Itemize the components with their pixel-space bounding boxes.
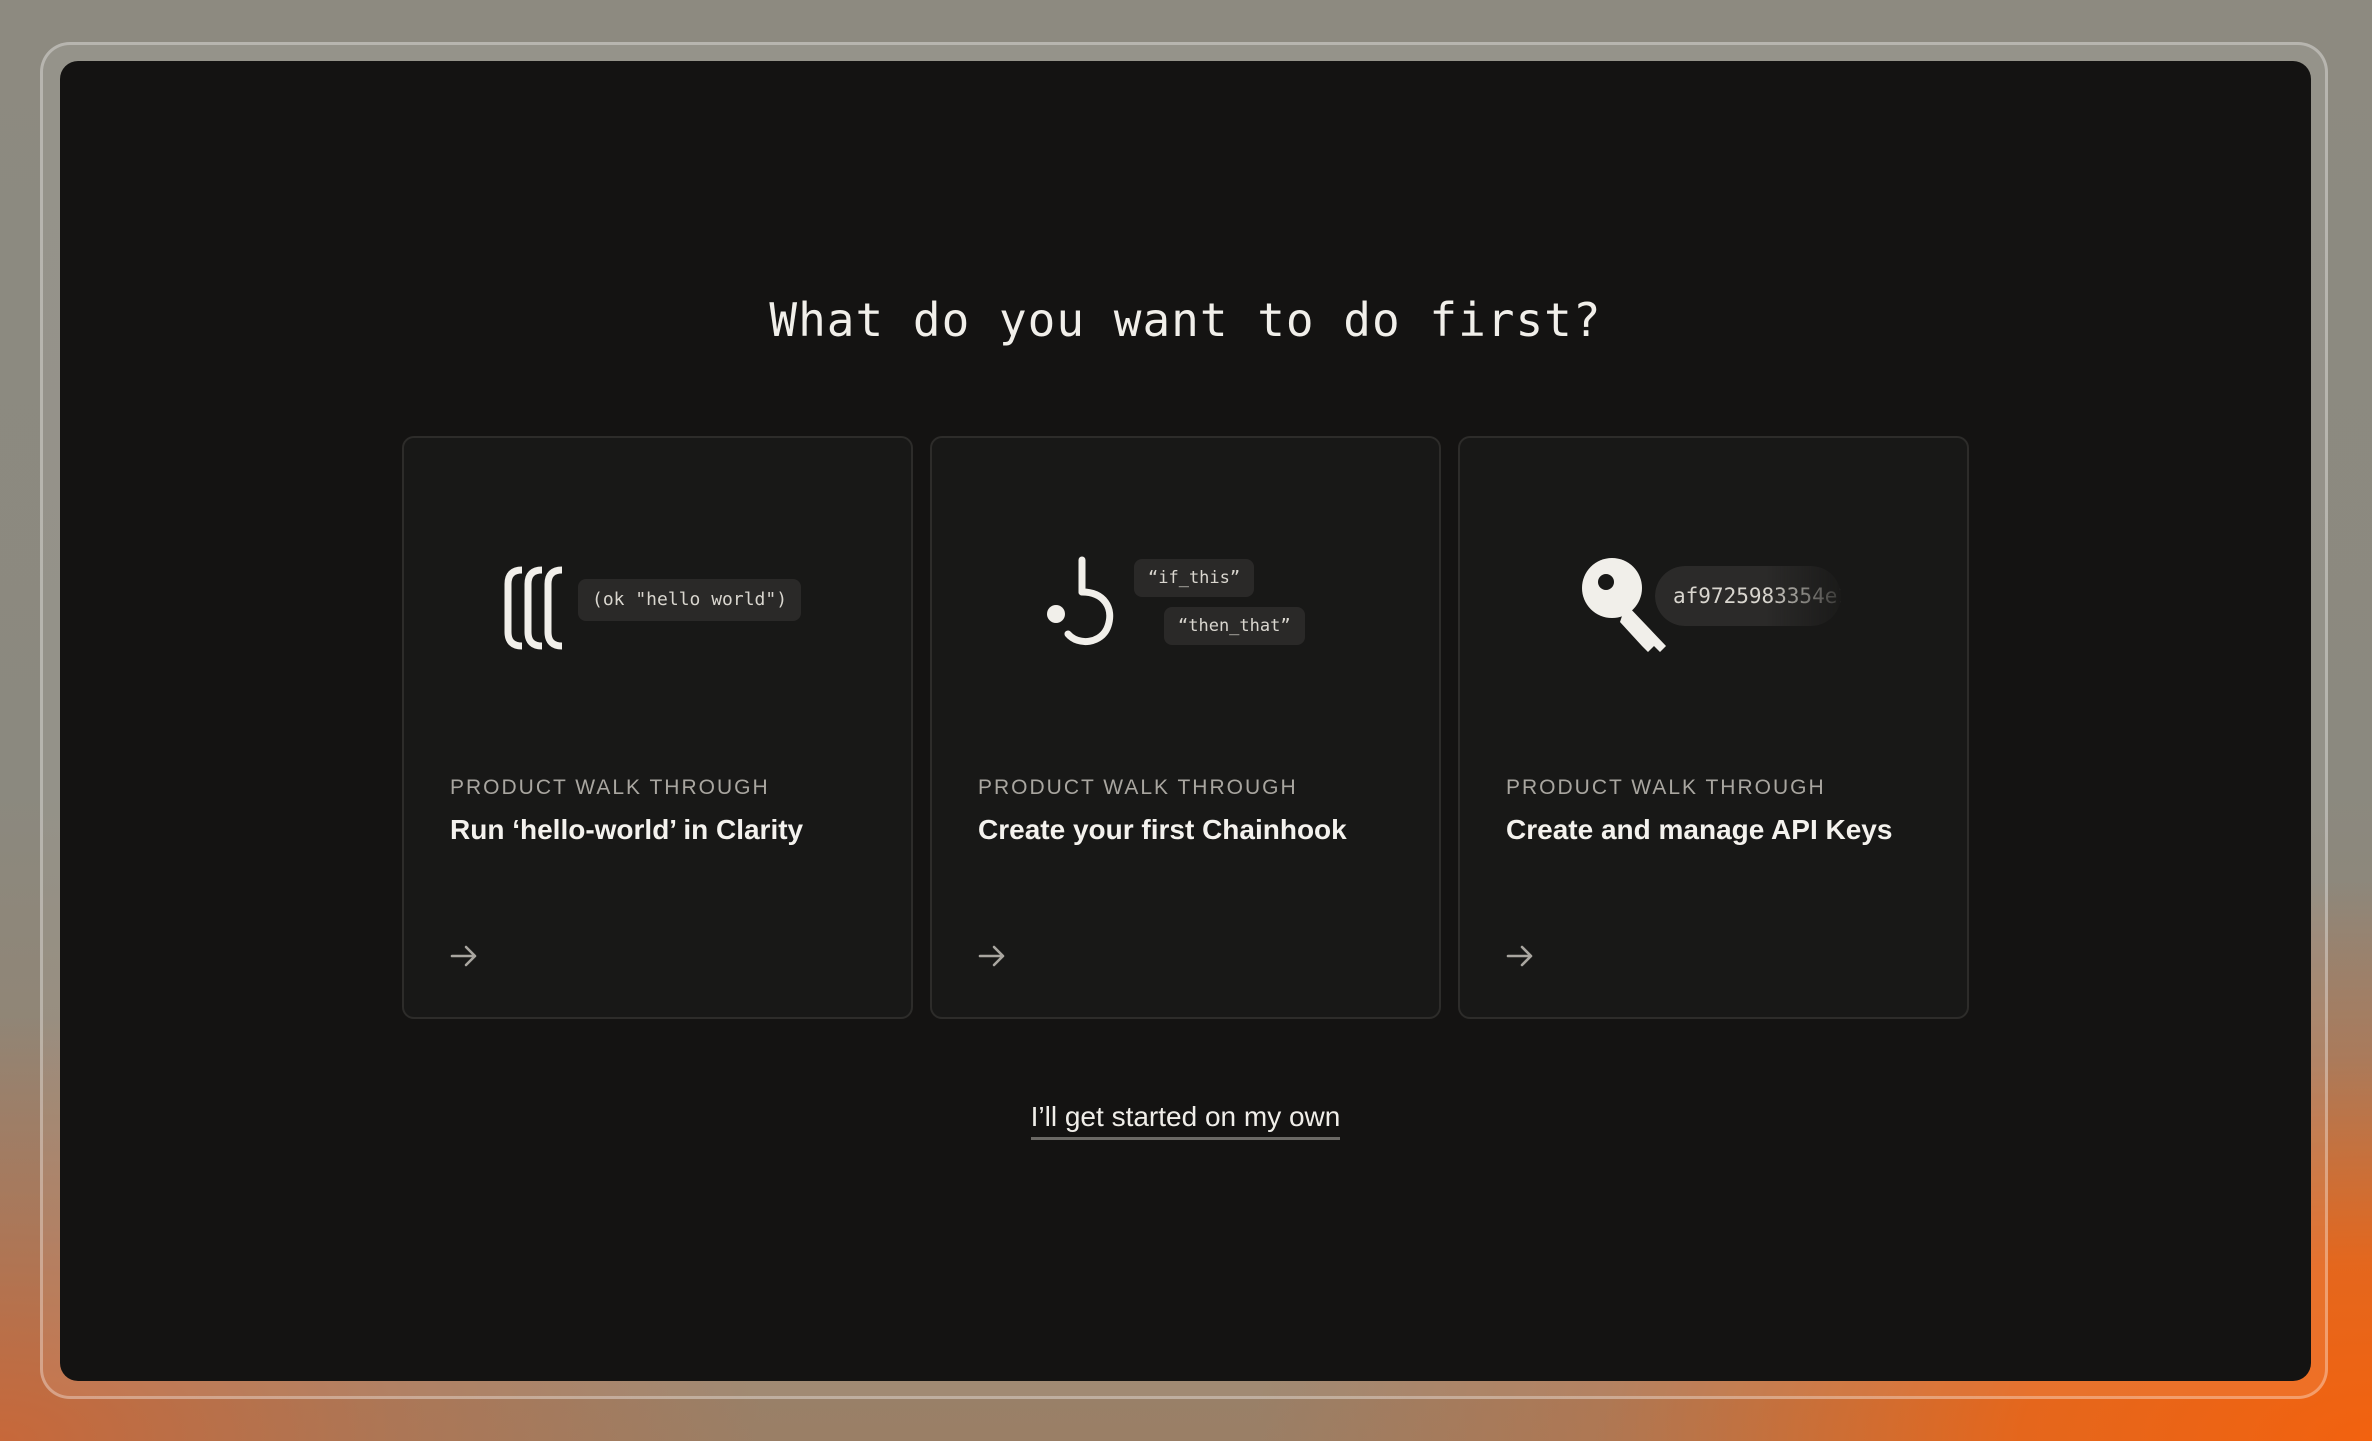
app-screen: What do you want to do first? (ok "hello… (60, 61, 2311, 1381)
card-title: Create your first Chainhook (978, 814, 1347, 845)
card-eyebrow: PRODUCT WALK THROUGH (978, 776, 1298, 799)
arrow-right-icon (450, 945, 477, 967)
walkthrough-cards: (ok "hello world") PRODUCT WALK THROUGH … (402, 436, 1970, 1019)
card-eyebrow: PRODUCT WALK THROUGH (1506, 776, 1826, 799)
api-key-snippet: af9725983354e1 (1655, 566, 1841, 626)
card-eyebrow: PRODUCT WALK THROUGH (450, 776, 770, 799)
card-clarity-hello-world[interactable]: (ok "hello world") PRODUCT WALK THROUGH … (402, 436, 913, 1019)
card-illustration: af9725983354e1 (1460, 438, 1967, 738)
code-snippet-if: “if_this” (1134, 559, 1255, 597)
card-illustration: “if_this” “then_that” (932, 438, 1439, 738)
get-started-own-link[interactable]: I’ll get started on my own (1030, 1101, 1341, 1140)
hook-icon (1047, 556, 1114, 645)
card-illustration: (ok "hello world") (404, 438, 911, 738)
card-api-keys[interactable]: af9725983354e1 PRODUCT WALK THROUGH Crea… (1458, 436, 1969, 1019)
card-title: Run ‘hello-world’ in Clarity (450, 814, 804, 845)
arrow-right-icon (1506, 945, 1533, 967)
card-title: Create and manage API Keys (1506, 814, 1893, 845)
skip-onboarding: I’ll get started on my own (60, 1101, 2311, 1140)
arrow-right-icon (978, 945, 1005, 967)
card-first-chainhook[interactable]: “if_this” “then_that” PRODUCT WALK THROU… (930, 436, 1441, 1019)
page-title: What do you want to do first? (769, 293, 1602, 347)
clarity-brackets-icon (504, 566, 563, 650)
code-snippet: (ok "hello world") (578, 579, 802, 621)
code-snippet-then: “then_that” (1164, 607, 1305, 645)
